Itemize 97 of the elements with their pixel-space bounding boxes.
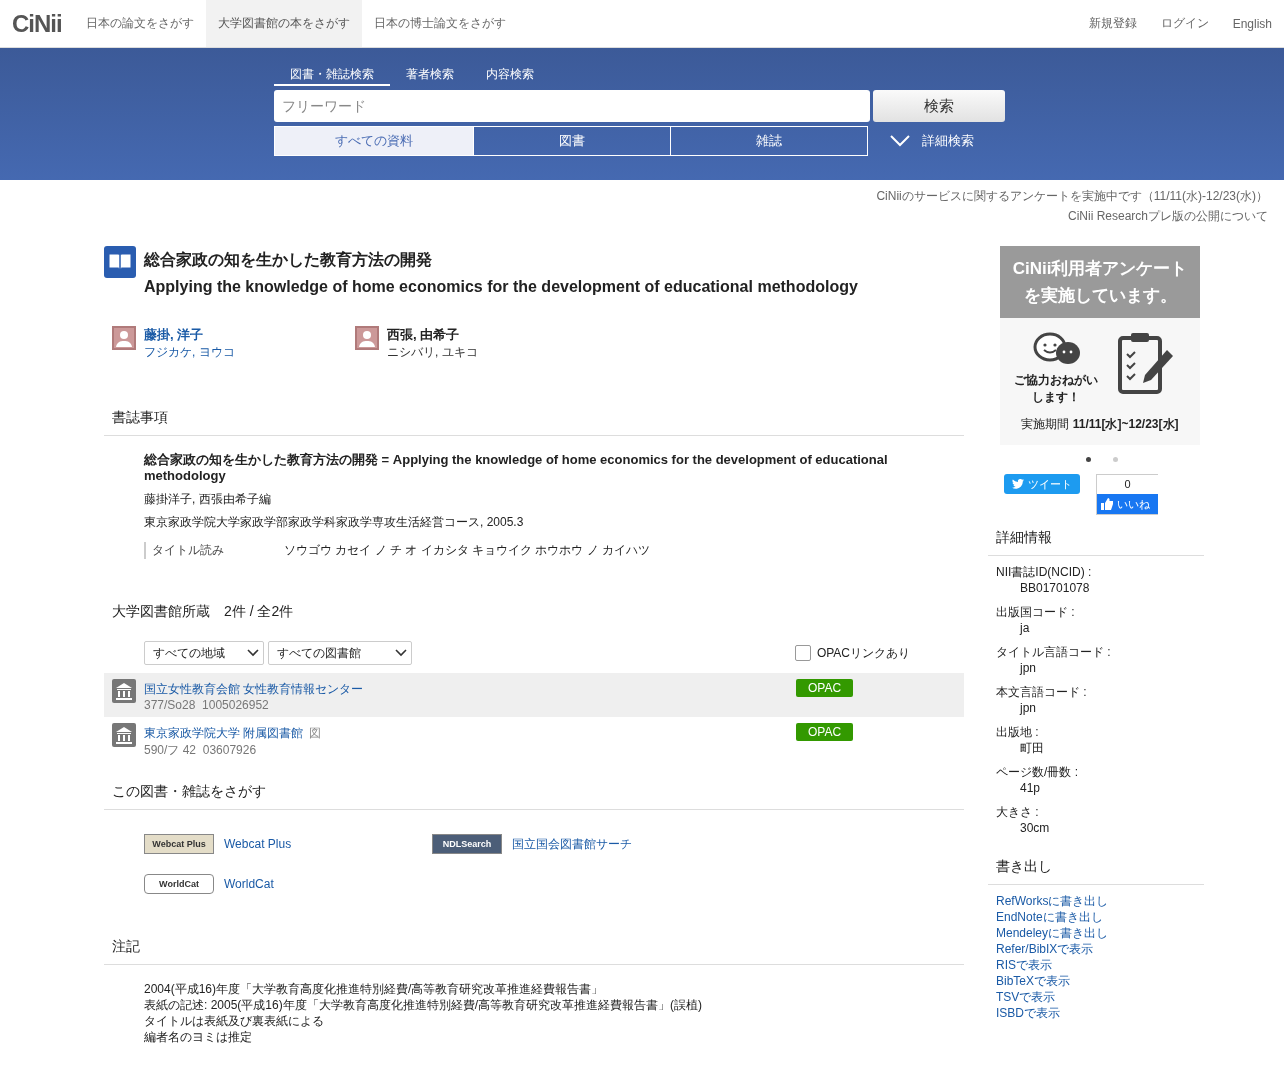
detail-value: 41p <box>1019 780 1042 796</box>
detail-value: BB01701078 <box>1019 580 1091 596</box>
detail-label: 出版国コード : <box>996 604 1076 620</box>
search-tab[interactable]: 内容検索 <box>470 63 550 86</box>
material-type-tab[interactable]: 図書 <box>473 126 671 156</box>
filter-dropdown[interactable]: すべての地域 <box>144 641 264 665</box>
search-button[interactable]: 検索 <box>873 90 1005 122</box>
banner-caption: ご協力おねがいします！ <box>1013 372 1099 406</box>
search-tab[interactable]: 図書・雑誌検索 <box>274 63 390 86</box>
advanced-search-link[interactable]: 詳細検索 <box>890 132 974 150</box>
author-name[interactable]: 藤掛, 洋子 <box>144 326 235 344</box>
section-heading: 書き出し <box>988 858 1204 885</box>
author-reading: ニシバリ, ユキコ <box>387 344 478 361</box>
filter-dropdown[interactable]: すべての図書館 <box>268 641 412 665</box>
service-link[interactable]: WorldCat <box>224 877 274 891</box>
section-heading: 注記 <box>104 938 964 965</box>
thumbs-up-icon <box>1101 498 1113 510</box>
library-link[interactable]: 東京家政学院大学 附属図書館 <box>144 726 304 740</box>
note-text: 表紙の記述: 2005(平成16)年度「大学教育高度化推進特別経費/高等教育研究改革推進経費報告書」(誤植) <box>144 997 704 1013</box>
detail-value: ja <box>1018 620 1031 636</box>
detail-label: NII書誌ID(NCID) : <box>996 564 1093 580</box>
chevron-down-icon <box>890 135 910 147</box>
export-link[interactable]: RefWorksに書き出し <box>996 893 1196 909</box>
chevron-down-icon <box>247 649 259 657</box>
service-logo[interactable]: NDLSearch <box>432 834 502 854</box>
clipboard-pencil-icon <box>1117 332 1175 394</box>
section-heading: 大学図書館所蔵 <box>112 603 210 619</box>
survey-banner[interactable]: CiNii利用者アンケートを実施しています。 ご協力おねがいします！ 実施期間 11/11[水]~12/23[水] <box>1000 246 1200 445</box>
carousel-dot[interactable] <box>1086 457 1091 462</box>
title-japanese: 総合家政の知を生かした教育方法の開発 <box>144 250 433 270</box>
export-link[interactable]: Mendeleyに書き出し <box>996 925 1196 941</box>
library-building-icon <box>112 723 136 747</box>
banner-title: CiNii利用者アンケートを実施しています。 <box>1000 246 1200 318</box>
carousel-dot[interactable] <box>1113 457 1118 462</box>
search-tab[interactable]: 著者検索 <box>390 63 470 86</box>
notice-link[interactable]: CiNii Researchプレ版の公開について <box>1067 209 1268 223</box>
holdings-count: 2件 / 全2件 <box>224 603 294 619</box>
nav-tab[interactable]: 大学図書館の本をさがす <box>205 0 362 47</box>
note-text: 2004(平成16)年度「大学教育高度化推進特別経費/高等教育研究改革推進経費報告書」 <box>144 981 605 997</box>
detail-label: 出版地 : <box>996 724 1040 740</box>
bibliographic-title: 総合家政の知を生かした教育方法の開発 = Applying the knowledge of home economics for the development of educational methodology <box>144 452 889 484</box>
cinii-logo[interactable]: CiNii <box>0 0 74 47</box>
detail-value: 町田 <box>1019 740 1045 756</box>
notice-link[interactable]: CiNiiのサービスに関するアンケートを実施中です（11/11(水)-12/23(水)） <box>876 189 1268 203</box>
author-reading[interactable]: フジカケ, ヨウコ <box>144 344 235 361</box>
export-link[interactable]: EndNoteに書き出し <box>996 909 1196 925</box>
section-heading: この図書・雑誌をさがす <box>104 783 964 810</box>
detail-label: タイトル言語コード : <box>996 644 1112 660</box>
search-field[interactable]: フリーワード <box>274 90 870 122</box>
person-icon <box>112 326 136 350</box>
material-type-tab[interactable]: すべての資料 <box>274 126 474 156</box>
responsibility-text: 藤掛洋子, 西張由希子編 <box>144 492 272 507</box>
service-link[interactable]: 国立国会図書館サーチ <box>512 835 632 853</box>
field-value: ソウゴウ カセイ ノ チ オ イカシタ キョウイク ホウホウ ノ カイハツ <box>284 542 650 559</box>
detail-value: jpn <box>1018 700 1037 716</box>
header-link[interactable]: English <box>1220 0 1284 47</box>
library-mark: 図 <box>309 726 322 740</box>
service-link[interactable]: Webcat Plus <box>224 837 292 851</box>
title-english: Applying the knowledge of home economics for the development of educational methodology <box>144 277 858 297</box>
library-building-icon <box>112 679 136 703</box>
note-text: 編者名のヨミは推定 <box>144 1029 253 1045</box>
publisher-text: 東京家政学院大学家政学部家政学科家政学専攻生活経営コース, 2005.3 <box>144 515 525 530</box>
service-logo[interactable]: Webcat Plus <box>144 834 214 854</box>
note-text: タイトルは表紙及び裏表紙による <box>144 1013 325 1029</box>
like-button[interactable]: いいね <box>1097 494 1158 514</box>
service-logo[interactable]: WorldCat <box>144 874 214 894</box>
library-link[interactable]: 国立女性教育会館 女性教育情報センター <box>144 682 364 696</box>
header-link[interactable]: 新規登録 <box>1076 0 1149 47</box>
detail-label: 大きさ : <box>996 804 1040 820</box>
field-label: タイトル読み <box>152 542 225 559</box>
detail-value: jpn <box>1018 660 1037 676</box>
export-link[interactable]: BibTeXで表示 <box>996 973 1196 989</box>
header-link[interactable]: ログイン <box>1148 0 1221 47</box>
opac-checkbox[interactable]: OPACリンクあり <box>794 644 910 662</box>
section-heading: 詳細情報 <box>988 529 1204 556</box>
section-heading: 書誌事項 <box>104 409 964 436</box>
detail-value: 30cm <box>1019 820 1051 836</box>
banner-period: 実施期間 11/11[水]~12/23[水] <box>1020 416 1180 433</box>
detail-label: 本文言語コード : <box>996 684 1088 700</box>
bird-icon <box>1012 479 1024 489</box>
material-type-tab[interactable]: 雑誌 <box>670 126 868 156</box>
nav-tab[interactable]: 日本の博士論文をさがす <box>361 0 518 47</box>
export-link[interactable]: ISBDで表示 <box>996 1005 1196 1021</box>
person-icon <box>355 326 379 350</box>
call-number: 590/フ 42 03607926 <box>144 742 258 759</box>
book-icon <box>104 246 136 278</box>
export-link[interactable]: Refer/BibIXで表示 <box>996 941 1196 957</box>
export-link[interactable]: TSVで表示 <box>996 989 1196 1005</box>
nav-tab[interactable]: 日本の論文をさがす <box>73 0 206 47</box>
call-number: 377/So28 1005026952 <box>144 698 270 712</box>
chevron-down-icon <box>395 649 407 657</box>
detail-label: ページ数/冊数 : <box>996 764 1079 780</box>
opac-button[interactable]: OPAC <box>796 723 853 741</box>
like-count: 0 <box>1123 477 1132 492</box>
author-name: 西張, 由希子 <box>387 326 461 344</box>
export-link[interactable]: RISで表示 <box>996 957 1196 973</box>
opac-button[interactable]: OPAC <box>796 679 853 697</box>
